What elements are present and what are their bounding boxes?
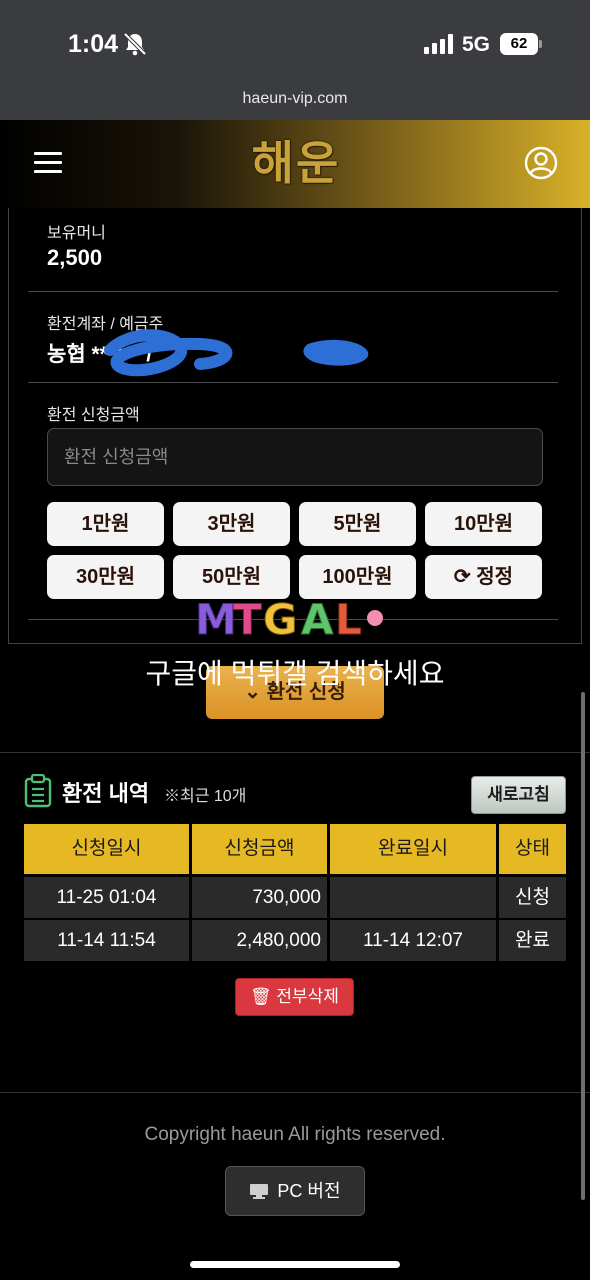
battery-tip bbox=[539, 40, 542, 48]
site-logo[interactable]: 해운 bbox=[226, 128, 366, 198]
home-indicator[interactable] bbox=[190, 1261, 400, 1268]
reset-button[interactable]: ⟳ 정정 bbox=[425, 555, 542, 599]
svg-text:G: G bbox=[263, 596, 297, 642]
hamburger-icon[interactable] bbox=[34, 152, 62, 174]
completed-cell bbox=[330, 877, 496, 918]
quick-amount-button[interactable]: 1만원 bbox=[47, 502, 164, 546]
table-row[interactable]: 11-14 11:54 2,480,000 11-14 12:07 완료 bbox=[24, 920, 566, 961]
scrollbar[interactable] bbox=[581, 692, 585, 1200]
bell-slash-icon bbox=[124, 32, 146, 56]
watermark-text: 구글에 먹튀갤 검색하세요 bbox=[145, 658, 445, 689]
delete-all-button[interactable]: 🗑 전부삭제 bbox=[235, 978, 354, 1016]
amount-input[interactable] bbox=[47, 428, 543, 486]
history-title: 환전 내역 bbox=[62, 781, 150, 806]
trash-icon: 🗑 bbox=[250, 987, 272, 1006]
mtgal-watermark-logo: M T G A L bbox=[195, 596, 383, 642]
quick-amount-button[interactable]: 10만원 bbox=[425, 502, 542, 546]
pc-version-label: PC 버전 bbox=[277, 1181, 341, 1201]
clipboard-icon bbox=[24, 774, 52, 808]
svg-text:M: M bbox=[195, 596, 237, 642]
refresh-icon: ⟳ bbox=[453, 566, 471, 588]
column-header: 상태 bbox=[499, 824, 566, 874]
column-header: 신청금액 bbox=[192, 824, 327, 874]
column-header: 신청일시 bbox=[24, 824, 189, 874]
amount-cell: 730,000 bbox=[192, 877, 327, 918]
refresh-button[interactable]: 새로고침 bbox=[471, 776, 566, 814]
completed-cell: 11-14 12:07 bbox=[330, 920, 496, 961]
copyright-text: Copyright haeun All rights reserved. bbox=[144, 1124, 446, 1145]
quick-amount-button[interactable]: 5만원 bbox=[299, 502, 416, 546]
amount-cell: 2,480,000 bbox=[192, 920, 327, 961]
url-bar[interactable]: haeun-vip.com bbox=[0, 82, 590, 120]
column-header: 완료일시 bbox=[330, 824, 496, 874]
balance-value: 2,500 bbox=[47, 245, 103, 270]
footer-divider bbox=[0, 1092, 590, 1093]
svg-text:A: A bbox=[301, 596, 334, 642]
redaction-scribble bbox=[104, 329, 369, 377]
table-header-row: 신청일시 신청금액 완료일시 상태 bbox=[24, 824, 566, 874]
signal-icon bbox=[424, 34, 453, 54]
network-type: 5G bbox=[462, 33, 491, 56]
svg-text:T: T bbox=[233, 596, 262, 642]
table-row[interactable]: 11-25 01:04 730,000 신청 bbox=[24, 877, 566, 918]
quick-amount-button[interactable]: 100만원 bbox=[299, 555, 416, 599]
requested-cell: 11-14 11:54 bbox=[24, 920, 189, 961]
pc-version-button[interactable]: PC 버전 bbox=[225, 1166, 365, 1216]
monitor-icon bbox=[250, 1183, 269, 1199]
divider bbox=[28, 291, 558, 292]
quick-amount-button[interactable]: 30만원 bbox=[47, 555, 164, 599]
user-circle-icon[interactable] bbox=[524, 146, 558, 180]
delete-label: 전부삭제 bbox=[276, 987, 339, 1006]
status-cell: 완료 bbox=[499, 920, 566, 961]
quick-amount-button[interactable]: 3만원 bbox=[173, 502, 290, 546]
status-time: 1:04 bbox=[68, 30, 119, 58]
divider bbox=[28, 382, 558, 383]
requested-cell: 11-25 01:04 bbox=[24, 877, 189, 918]
status-cell: 신청 bbox=[499, 877, 566, 918]
amount-label: 환전 신청금액 bbox=[47, 407, 140, 424]
reset-label: 정정 bbox=[476, 566, 514, 588]
history-note: ※최근 10개 bbox=[164, 788, 247, 805]
section-divider bbox=[0, 752, 590, 753]
battery-icon: 62 bbox=[500, 33, 538, 55]
svg-text:L: L bbox=[335, 596, 362, 642]
balance-label: 보유머니 bbox=[47, 225, 106, 242]
quick-amount-button[interactable]: 50만원 bbox=[173, 555, 290, 599]
